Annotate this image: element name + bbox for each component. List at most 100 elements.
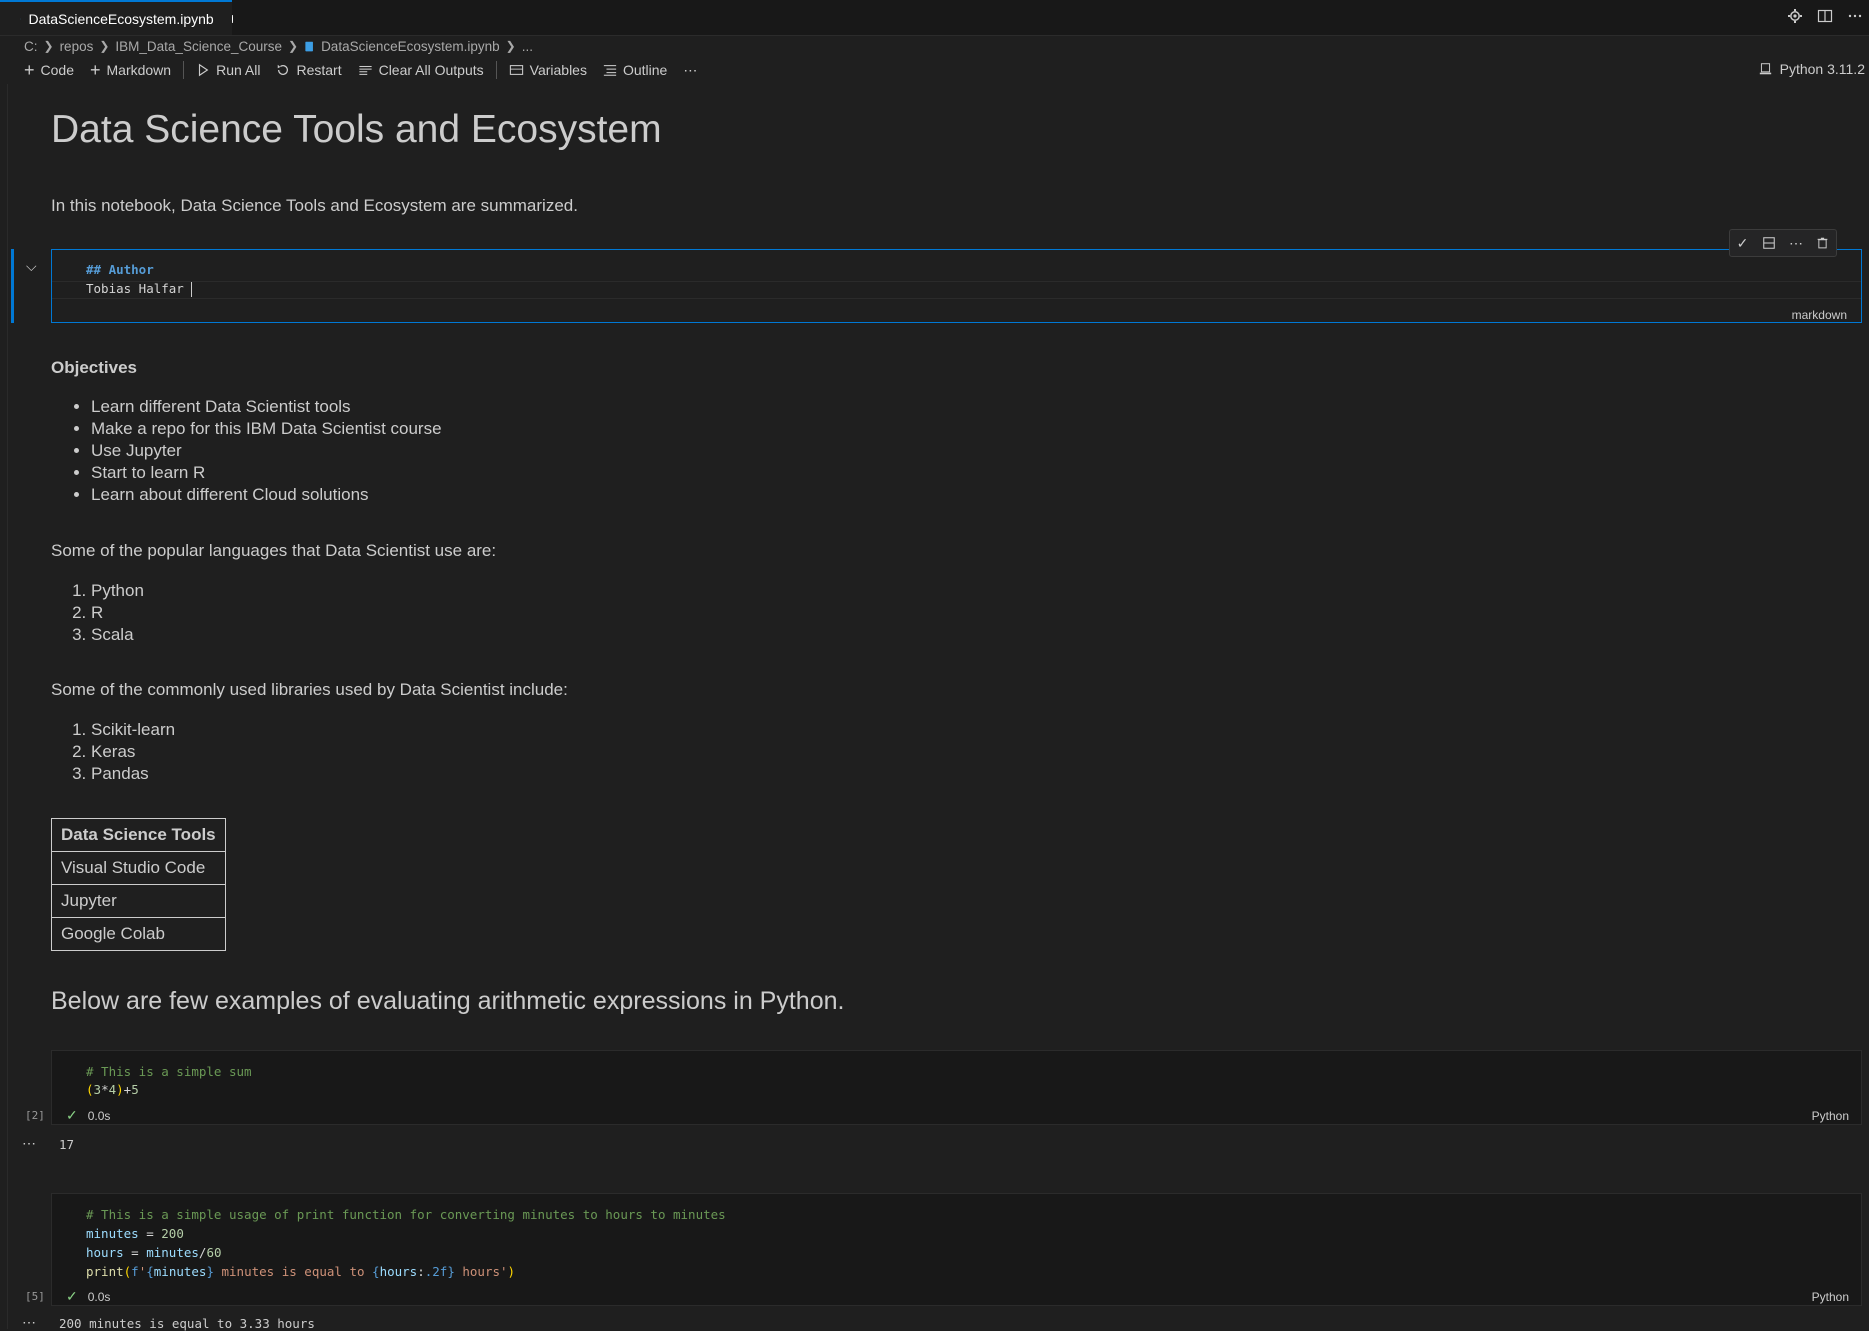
restart-icon	[276, 63, 290, 77]
check-icon: ✓	[66, 1107, 78, 1124]
list-item: Python	[91, 580, 144, 602]
play-icon	[196, 63, 210, 77]
list-item: Start to learn R	[91, 462, 442, 484]
check-icon[interactable]: ✓	[1737, 235, 1749, 252]
output-more-icon[interactable]: ⋯	[22, 1135, 36, 1152]
md-line-2[interactable]: Tobias Halfar	[86, 281, 192, 297]
languages-intro: Some of the popular languages that Data …	[51, 541, 496, 561]
tab-bar: DataScienceEcosystem.ipynb	[0, 0, 1869, 36]
outline-icon	[603, 63, 617, 77]
variables-icon	[509, 63, 524, 77]
execution-time: 0.0s	[88, 1290, 111, 1304]
table-header-row: Data Science Tools	[52, 819, 226, 852]
toolbar-divider	[183, 61, 184, 79]
add-code-label: Code	[41, 62, 74, 78]
add-markdown-button[interactable]: + Markdown	[82, 58, 179, 82]
variables-button[interactable]: Variables	[501, 58, 595, 82]
cell-language-badge[interactable]: markdown	[1792, 308, 1847, 322]
notebook-title: Data Science Tools and Ecosystem	[51, 108, 662, 152]
list-item: Use Jupyter	[91, 440, 442, 462]
arithmetic-heading: Below are few examples of evaluating ari…	[51, 987, 844, 1016]
md-line-1[interactable]: ## Author	[86, 262, 154, 277]
table-cell: Google Colab	[52, 918, 226, 951]
notebook-file-icon	[304, 40, 315, 53]
code-cell-sum[interactable]: # This is a simple sum (3*4)+5 Python	[51, 1050, 1862, 1125]
list-item: Make a repo for this IBM Data Scientist …	[91, 418, 442, 440]
more-actions-icon[interactable]	[1847, 8, 1863, 24]
list-item: Learn about different Cloud solutions	[91, 484, 442, 506]
restart-label: Restart	[296, 62, 341, 78]
cell-status: ✓ 0.0s	[66, 1288, 110, 1305]
list-item: Keras	[91, 741, 175, 763]
text-cursor	[191, 282, 192, 297]
libraries-list: Scikit-learn Keras Pandas	[51, 719, 175, 785]
tab-label: DataScienceEcosystem.ipynb	[28, 11, 213, 27]
code-comment[interactable]: # This is a simple sum	[86, 1064, 252, 1079]
plus-icon: +	[90, 61, 101, 79]
cell-language-badge[interactable]: Python	[1812, 1290, 1849, 1304]
intro-text: In this notebook, Data Science Tools and…	[51, 196, 578, 216]
clear-all-icon	[358, 63, 373, 77]
tab-notebook[interactable]: DataScienceEcosystem.ipynb	[0, 0, 232, 35]
toolbar-divider	[496, 61, 497, 79]
objectives-heading: Objectives	[51, 358, 137, 378]
breadcrumb-drive[interactable]: C:	[24, 39, 38, 54]
restart-button[interactable]: Restart	[268, 58, 349, 82]
chevron-right-icon: ❯	[506, 39, 516, 53]
variables-label: Variables	[530, 62, 587, 78]
outline-button[interactable]: Outline	[595, 58, 675, 82]
plus-icon: +	[24, 61, 35, 79]
breadcrumb-file[interactable]: DataScienceEcosystem.ipynb	[321, 39, 500, 54]
list-item: Learn different Data Scientist tools	[91, 396, 442, 418]
chevron-right-icon: ❯	[288, 39, 298, 53]
code-comment[interactable]: # This is a simple usage of print functi…	[86, 1207, 726, 1222]
current-line-highlight	[52, 281, 1861, 299]
table-row: Jupyter	[52, 885, 226, 918]
list-item: R	[91, 602, 144, 624]
chevron-right-icon: ❯	[44, 39, 54, 53]
kernel-picker[interactable]: Python 3.11.2	[1759, 61, 1865, 77]
cell-language-badge[interactable]: Python	[1812, 1109, 1849, 1123]
md-line-2-text: Tobias Halfar	[86, 281, 191, 296]
more-icon[interactable]: ⋯	[1789, 235, 1803, 252]
table-cell: Visual Studio Code	[52, 852, 226, 885]
outline-label: Outline	[623, 62, 667, 78]
breadcrumb-folder[interactable]: IBM_Data_Science_Course	[115, 39, 282, 54]
add-code-button[interactable]: + Code	[16, 58, 82, 82]
run-all-label: Run All	[216, 62, 260, 78]
objectives-list: Learn different Data Scientist tools Mak…	[51, 396, 442, 506]
clear-outputs-button[interactable]: Clear All Outputs	[350, 58, 492, 82]
code-line[interactable]: hours = minutes/60	[86, 1245, 222, 1260]
libraries-intro: Some of the commonly used libraries used…	[51, 680, 568, 700]
code-line[interactable]: print(f'{minutes} minutes is equal to {h…	[86, 1264, 515, 1279]
gear-icon[interactable]	[1787, 8, 1803, 24]
code-expression[interactable]: (3*4)+5	[86, 1082, 139, 1097]
more-icon: ⋯	[683, 62, 697, 79]
cell-status: ✓ 0.0s	[66, 1107, 110, 1124]
kernel-icon	[1759, 62, 1772, 76]
list-item: Scikit-learn	[91, 719, 175, 741]
table-row: Google Colab	[52, 918, 226, 951]
tools-table: Data Science Tools Visual Studio Code Ju…	[51, 818, 226, 951]
code-line[interactable]: minutes = 200	[86, 1226, 184, 1241]
table-header: Data Science Tools	[52, 819, 226, 852]
run-all-button[interactable]: Run All	[188, 58, 268, 82]
code-cell-print[interactable]: # This is a simple usage of print functi…	[51, 1193, 1862, 1306]
cell-output: 17	[59, 1137, 74, 1152]
toolbar-more-button[interactable]: ⋯	[675, 58, 705, 82]
focus-indicator	[11, 249, 14, 323]
breadcrumb-more[interactable]: ...	[522, 39, 533, 54]
chevron-down-icon[interactable]: ⌵	[26, 258, 37, 275]
markdown-editor-cell[interactable]: ## Author Tobias Halfar markdown	[51, 249, 1862, 323]
output-more-icon[interactable]: ⋯	[22, 1314, 36, 1331]
languages-list: Python R Scala	[51, 580, 144, 646]
kernel-label: Python 3.11.2	[1780, 61, 1865, 77]
split-editor-icon[interactable]	[1817, 8, 1833, 24]
trash-icon[interactable]	[1816, 236, 1829, 250]
list-item: Scala	[91, 624, 144, 646]
split-cell-icon[interactable]	[1762, 236, 1776, 250]
breadcrumb-repos[interactable]: repos	[60, 39, 94, 54]
execution-count: [2]	[25, 1109, 45, 1122]
execution-time: 0.0s	[88, 1109, 111, 1123]
chevron-right-icon: ❯	[99, 39, 109, 53]
